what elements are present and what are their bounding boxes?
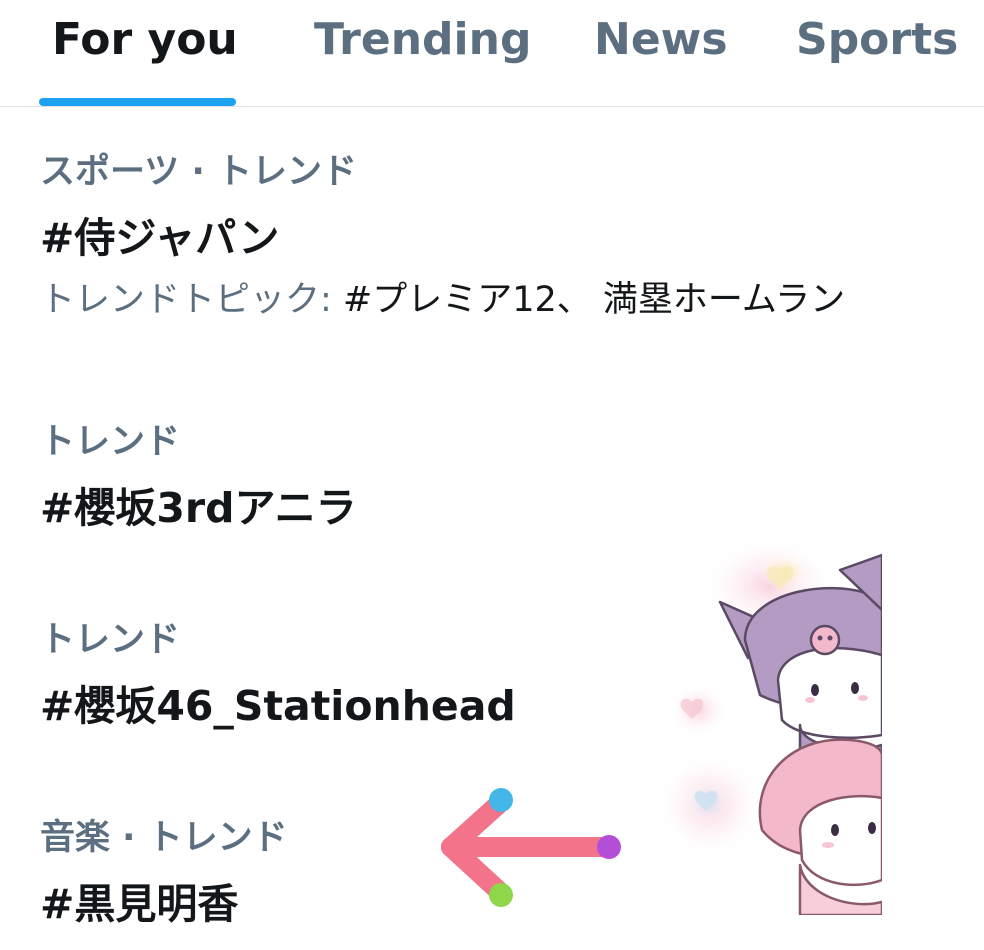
tab-sports[interactable]: Sports	[796, 14, 958, 66]
trend-topics-value: #プレミア12、 満塁ホームラン	[342, 280, 846, 320]
trend-topics-label: トレンドトピック:	[40, 280, 343, 320]
tab-news[interactable]: News	[594, 14, 728, 66]
explore-tabs: For you Trending News Sports	[0, 0, 984, 107]
trend-title: #侍ジャパン	[40, 214, 280, 262]
trend-item[interactable]: スポーツ · トレンド #侍ジャパン トレンドトピック: #プレミア12、 満塁…	[40, 150, 984, 322]
active-tab-indicator	[39, 98, 236, 106]
left-arrow-icon	[441, 788, 621, 907]
trend-category: トレンド	[40, 422, 181, 462]
trend-item[interactable]: トレンド #櫻坂3rdアニラ	[40, 420, 984, 534]
trend-category: スポーツ · トレンド	[40, 152, 357, 192]
kuromi-my-melody-sticker	[655, 535, 882, 915]
tab-trending[interactable]: Trending	[314, 14, 531, 66]
trend-topics: トレンドトピック: #プレミア12、 満塁ホームラン	[40, 278, 984, 322]
explore-page: For you Trending News Sports スポーツ · トレンド…	[0, 0, 984, 950]
tab-for-you[interactable]: For you	[52, 14, 238, 66]
trend-title: #櫻坂3rdアニラ	[40, 484, 357, 532]
